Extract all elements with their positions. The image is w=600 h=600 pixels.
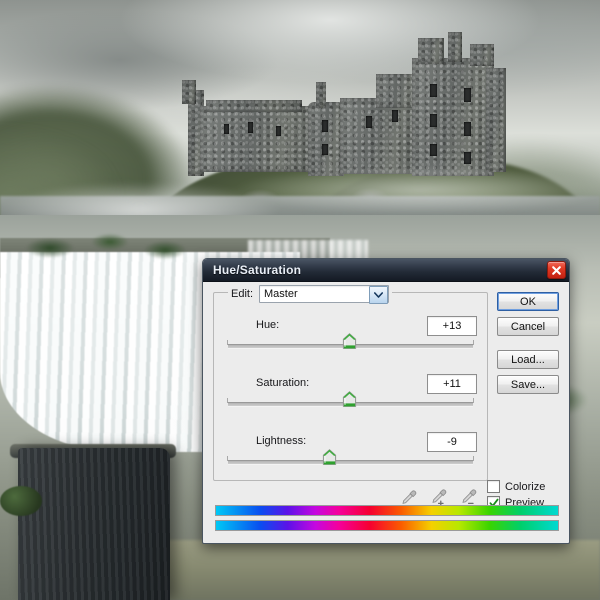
eyedropper-icon — [399, 488, 418, 507]
lightness-tick-left — [227, 456, 228, 461]
cliff-vegetation-left — [10, 228, 200, 270]
close-x-icon — [551, 265, 562, 276]
slider-handle-icon — [342, 391, 357, 408]
hue-tick-left — [227, 340, 228, 345]
ok-button[interactable]: OK — [497, 292, 559, 311]
eyedropper-minus-icon — [459, 488, 478, 507]
hue-label: Hue: — [256, 319, 279, 331]
slider-handle-icon — [342, 333, 357, 350]
load-button[interactable]: Load... — [497, 350, 559, 369]
cancel-button[interactable]: Cancel — [497, 317, 559, 336]
hue-saturation-dialog: Hue/Saturation Edit: Master — [202, 258, 570, 544]
edit-row: Edit: Master — [228, 285, 392, 302]
dark-cliff — [18, 448, 170, 600]
lightness-tick-right — [473, 456, 474, 461]
dialog-button-column: OK Cancel Load... Save... — [497, 292, 559, 400]
source-spectrum-bar — [215, 505, 559, 516]
cliff-bush — [0, 486, 42, 516]
saturation-tick-right — [473, 398, 474, 403]
eyedropper-minus-button[interactable] — [459, 488, 478, 507]
edit-label: Edit: — [231, 288, 253, 300]
lightness-slider-handle[interactable] — [322, 449, 337, 466]
save-button[interactable]: Save... — [497, 375, 559, 394]
adjusted-spectrum-bar[interactable] — [215, 520, 559, 531]
edit-combo-wrap: Master — [259, 285, 389, 303]
slider-handle-icon — [322, 449, 337, 466]
saturation-tick-left — [227, 398, 228, 403]
hue-slider-handle[interactable] — [342, 333, 357, 350]
colorize-checkbox[interactable] — [487, 480, 500, 493]
spectrum-bars — [215, 505, 559, 531]
button-gap — [497, 342, 559, 350]
eyedropper-plus-button[interactable] — [429, 488, 448, 507]
hue-value-input[interactable] — [427, 316, 477, 336]
close-button[interactable] — [547, 261, 566, 279]
hue-tick-right — [473, 340, 474, 345]
saturation-slider-handle[interactable] — [342, 391, 357, 408]
lightness-label: Lightness: — [256, 435, 306, 447]
lightness-track[interactable] — [228, 460, 473, 465]
dialog-titlebar[interactable]: Hue/Saturation — [203, 259, 569, 282]
adjust-group: Edit: Master Hue: — [213, 292, 488, 481]
lightness-value-input[interactable] — [427, 432, 477, 452]
edit-select[interactable]: Master — [259, 285, 389, 303]
saturation-label: Saturation: — [256, 377, 309, 389]
colorize-checkbox-row[interactable]: Colorize — [487, 480, 559, 493]
foreground-pool — [150, 540, 600, 600]
dialog-title: Hue/Saturation — [213, 263, 301, 277]
colorize-label: Colorize — [505, 481, 545, 493]
saturation-value-input[interactable] — [427, 374, 477, 394]
eyedropper-button[interactable] — [399, 488, 418, 507]
dialog-body: Edit: Master Hue: — [203, 282, 569, 541]
eyedropper-plus-icon — [429, 488, 448, 507]
